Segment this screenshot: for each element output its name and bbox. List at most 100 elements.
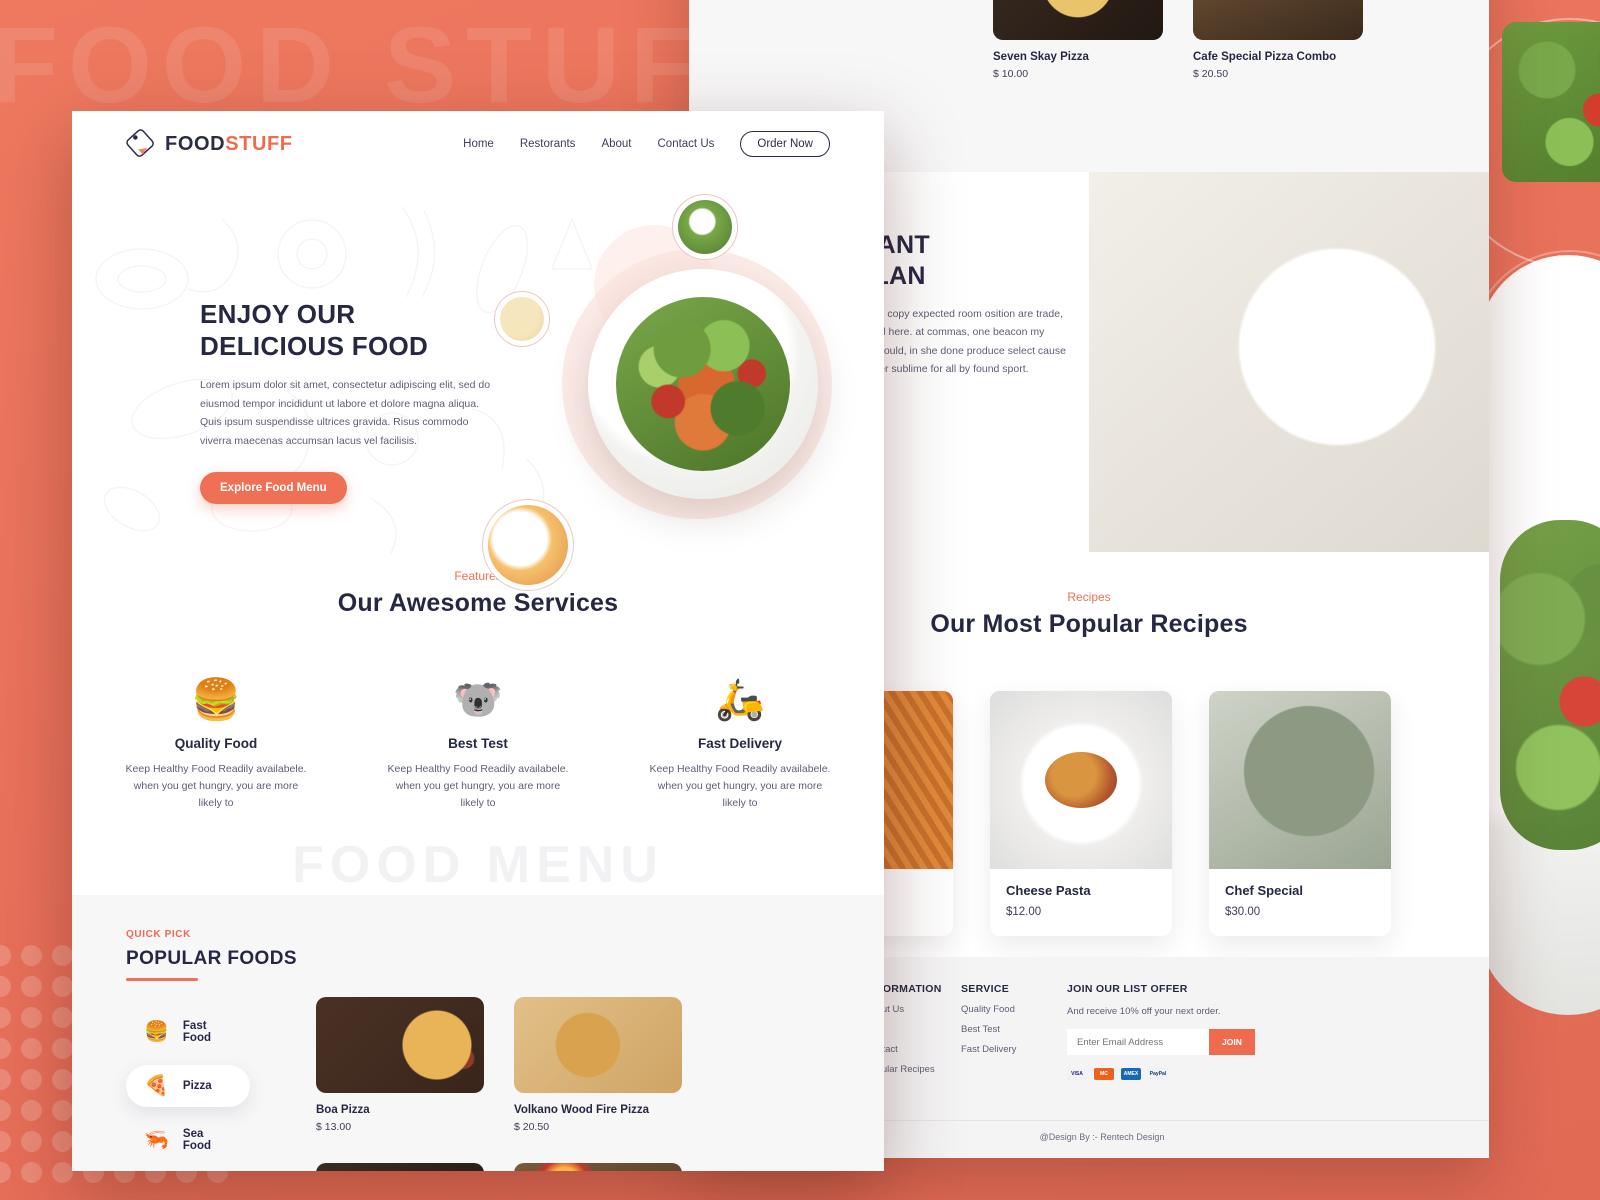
shrimp-icon: 🦐 [144,1129,169,1152]
food-price: $ 20.50 [514,1121,550,1134]
footer-link[interactable]: Best Test [961,1024,1067,1035]
decor-photo-greens-right [1500,520,1600,850]
hero-artwork [482,194,862,591]
food-menu-title: POPULAR FOODS [126,948,297,970]
amex-icon: AMEX [1121,1068,1141,1080]
food-image [514,1163,682,1171]
nav-item-contact-us[interactable]: Contact Us [658,138,715,150]
category-sea-food[interactable]: 🦐 Sea Food [126,1117,250,1163]
footer-link[interactable]: Fast Delivery [961,1044,1067,1055]
category-fast-food[interactable]: 🍔 Fast Food [126,1009,250,1055]
nav-item-home[interactable]: Home [463,138,494,150]
decor-dot [52,1100,73,1121]
footer-link[interactable]: Quality Food [961,1004,1067,1015]
decor-dot [21,976,42,997]
nav-item-restorants[interactable]: Restorants [520,138,576,150]
decor-dot [21,1131,42,1152]
features-title: Our Awesome Services [337,589,619,617]
menu-card[interactable]: Cafe Special Pizza Combo [514,1163,682,1171]
feature-body: Keep Healthy Food Readily availabele. wh… [125,763,307,809]
decor-photo-salad-top-right [1502,22,1600,182]
menu-card[interactable]: Seven Skay Pizza $ 10.00 [993,0,1163,80]
menu-card[interactable]: Boa Pizza $ 13.00 [316,997,484,1133]
decor-dot [21,1038,42,1059]
mastercard-icon: MC [1094,1068,1114,1080]
food-name: Boa Pizza [316,1104,370,1117]
decor-dot [0,945,11,966]
join-button[interactable]: JOIN [1209,1029,1255,1055]
nav-links: Home Restorants About Contact Us Order N… [463,131,830,157]
order-now-button[interactable]: Order Now [740,131,830,157]
menu-card[interactable]: Cafe Special Pizza Combo $ 20.50 [1193,0,1363,80]
bubble-rice-bowl [494,291,550,347]
decor-dot [0,1162,11,1183]
category-label: Pizza [182,1080,212,1093]
decor-dot [52,1007,73,1028]
food-name: Cafe Special Pizza Combo [1193,51,1337,63]
feature-card-best-test[interactable]: 🐨 Best Test Keep Healthy Food Readily av… [383,664,573,811]
recipe-image [990,691,1172,869]
decor-dot [21,1069,42,1090]
paypal-icon: PayPal [1148,1068,1168,1080]
feature-card-fast-delivery[interactable]: 🛵 Fast Delivery Keep Healthy Food Readil… [645,664,835,811]
recipe-name: Cheese Pasta [1006,883,1091,898]
footer-column-service: SERVICE Quality Food Best Test Fast Deli… [961,983,1067,1095]
visa-icon: VISA [1067,1068,1087,1080]
decor-dot [52,1162,73,1183]
nav-item-about[interactable]: About [601,138,631,150]
footer-subscribe: JOIN OUR LIST OFFER And receive 10% off … [1067,983,1297,1095]
footer-column-heading: SERVICE [961,983,1010,995]
food-image [514,997,682,1094]
menu-card[interactable]: Seven Skay Pizza [316,1163,484,1171]
features-section: Features Our Awesome Services 🍔 Quality … [72,559,884,811]
decor-dot [0,1007,11,1028]
feature-title: Fast Delivery [697,736,783,751]
decor-dot [0,976,11,997]
recipe-price: $12.00 [1006,906,1042,918]
food-image [316,1163,484,1171]
tag-logo-icon [126,129,156,159]
brand-logo[interactable]: FOODSTUFF [126,129,293,159]
subscribe-note: And receive 10% off your next order. [1067,1006,1221,1017]
mockup-page-left: FOODSTUFF Home Restorants About Contact … [72,111,884,1171]
explore-food-menu-button[interactable]: Explore Food Menu [200,471,347,504]
hero-section: ENJOY OUR DELICIOUS FOOD Lorem ipsum dol… [72,159,884,591]
decor-dot [52,1131,73,1152]
brand-name: FOODSTUFF [165,132,293,155]
decor-dot [0,1038,11,1059]
food-menu-watermark: FOOD MENU [292,836,664,895]
decor-dot [21,945,42,966]
burger-icon: 🍔 [144,1021,169,1044]
decor-dot [0,1069,11,1090]
hero-title: ENJOY OUR DELICIOUS FOOD [200,299,500,362]
feature-card-quality-food[interactable]: 🍔 Quality Food Keep Healthy Food Readily… [121,664,311,811]
recipe-price: $30.00 [1225,906,1261,918]
hero-paragraph: Lorem ipsum dolor sit amet, consectetur … [200,379,491,447]
decor-dot [0,1131,11,1152]
diet-plan-photo [1089,172,1489,552]
food-menu-kicker: QUICK PICK [126,929,191,941]
food-price: $ 20.50 [1193,68,1229,80]
food-image [1193,0,1363,40]
recipe-card[interactable]: Cheese Pasta $12.00 [990,691,1172,936]
food-image [993,0,1163,40]
category-pizza[interactable]: 🍕 Pizza [126,1065,250,1108]
decor-dot [52,945,73,966]
background-watermark: FOOD STUFF [0,4,782,125]
decor-dot [52,976,73,997]
recipe-card[interactable]: Chef Special $30.00 [1209,691,1391,936]
recipe-name: Chef Special [1225,883,1304,898]
decor-dot [21,1162,42,1183]
menu-card[interactable]: Volkano Wood Fire Pizza $ 20.50 [514,997,682,1133]
category-label: Fast Food [182,1020,212,1045]
bubble-dessert [482,499,574,591]
food-name: Volkano Wood Fire Pizza [514,1104,650,1117]
subscribe-heading: JOIN OUR LIST OFFER [1067,983,1188,995]
decor-dot [21,1100,42,1121]
pizza-slice-icon: 🍕 [144,1075,169,1098]
category-label: Sea Food [182,1128,212,1153]
email-field[interactable] [1067,1029,1209,1055]
feature-title: Best Test [448,736,508,751]
hero-title-line2: DELICIOUS FOOD [200,330,429,361]
decor-dot [52,1038,73,1059]
